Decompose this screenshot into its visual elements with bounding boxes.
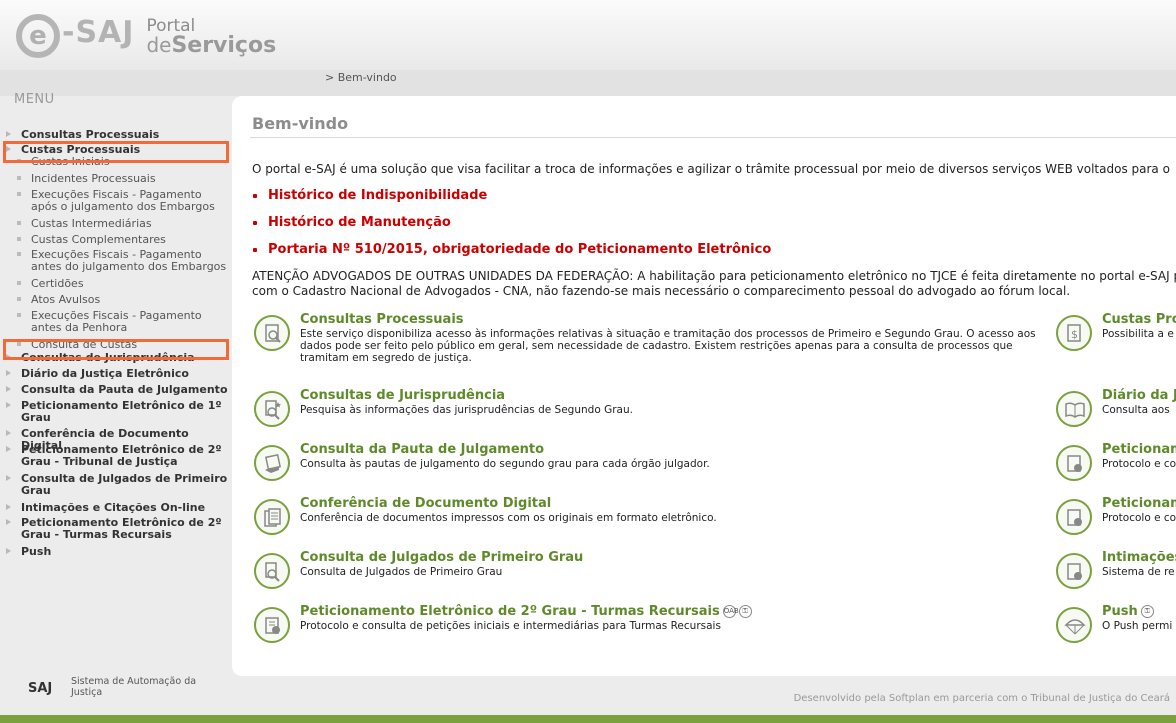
- lock-badge-icon: ⚿: [738, 605, 752, 618]
- service-title[interactable]: Conferência de Documento Digital: [300, 496, 551, 511]
- service-title[interactable]: Peticionam: [1102, 442, 1176, 457]
- petition-document-icon: [1056, 445, 1092, 481]
- sidebar-subitem-execucoes-apos-julgamento[interactable]: Execuções Fiscais - Pagamento após o jul…: [0, 189, 232, 218]
- hand-document-icon: [254, 445, 290, 481]
- logo-portal-de: de: [146, 33, 172, 57]
- sidebar-subitem-custas-intermediarias[interactable]: Custas Intermediárias: [0, 218, 232, 234]
- service-description: Protocolo e co: [1102, 512, 1176, 524]
- service-description: O Push permi: [1102, 620, 1173, 632]
- sidebar-item-push[interactable]: Push: [0, 546, 232, 562]
- petition-document-icon: [254, 607, 290, 643]
- open-book-icon: [1056, 391, 1092, 427]
- logo-portal-servicos: Serviços: [171, 33, 277, 58]
- sidebar-item-peticionamento-2-grau-turmas[interactable]: Peticionamento Eletrônico de 2º Grau - T…: [0, 517, 232, 546]
- sidebar-subitem-custas-complementares[interactable]: Custas Complementares: [0, 234, 232, 249]
- sidebar-subitem-execucoes-antes-penhora[interactable]: Execuções Fiscais - Pagamento antes da P…: [0, 310, 232, 338]
- money-document-icon: $: [1056, 315, 1092, 351]
- service-description: Pesquisa às informações das jurisprudênc…: [300, 404, 633, 416]
- menu-title: MENU: [14, 92, 55, 107]
- service-title[interactable]: Consulta da Pauta de Julgamento: [300, 442, 544, 457]
- link-historico-manutencao[interactable]: Histórico de Manutenção: [252, 215, 771, 242]
- service-title[interactable]: Peticionamento Eletrônico de 2º Grau - T…: [300, 604, 752, 619]
- service-description: Consulta às pautas de julgamento do segu…: [300, 458, 710, 470]
- service-description: Consulta aos: [1102, 404, 1170, 416]
- search-document-icon: [254, 315, 290, 351]
- service-description: Protocolo e co: [1102, 458, 1176, 470]
- logo-portal-text: Portal deServiços: [146, 18, 276, 57]
- sidebar-item-julgados-primeiro-grau[interactable]: Consulta de Julgados de Primeiro Grau: [0, 473, 232, 502]
- service-title[interactable]: Peticionam: [1102, 496, 1176, 511]
- service-title[interactable]: Consultas de Jurisprudência: [300, 388, 505, 403]
- sidebar-subitem-execucoes-antes-julgamento[interactable]: Execuções Fiscais - Pagamento antes do j…: [0, 249, 232, 278]
- logo-text: -SAJ: [62, 15, 135, 50]
- service-title[interactable]: Consulta de Julgados de Primeiro Grau: [300, 550, 583, 565]
- footer: SAJ Sistema de Automação da Justiça Dese…: [0, 660, 1176, 723]
- sidebar: MENU: [0, 80, 232, 107]
- service-description: Conferência de documentos impressos com …: [300, 512, 717, 524]
- sidebar-item-pauta-julgamento[interactable]: Consulta da Pauta de Julgamento: [0, 384, 232, 400]
- link-portaria-510[interactable]: Portaria Nº 510/2015, obrigatoriedade do…: [252, 242, 771, 269]
- sidebar-subitem-incidentes-processuais[interactable]: Incidentes Processuais: [0, 173, 232, 188]
- service-title-text: Peticionamento Eletrônico de 2º Grau - T…: [300, 604, 720, 619]
- oab-badge-icon: OAB: [722, 605, 739, 618]
- saj-footer-logo: SAJ: [28, 681, 53, 696]
- header: e -SAJ Portal deServiços: [0, 0, 1176, 70]
- service-title[interactable]: Diário da J: [1102, 388, 1176, 403]
- svg-text:$: $: [1071, 328, 1078, 341]
- esaj-logo[interactable]: e -SAJ Portal deServiços: [16, 8, 276, 64]
- sidebar-item-intimacoes-citacoes[interactable]: Intimações e Citações On-line: [0, 502, 232, 517]
- service-title[interactable]: Push ⚿: [1102, 604, 1154, 619]
- sidebar-item-peticionamento-1-grau[interactable]: Peticionamento Eletrônico de 1º Grau: [0, 400, 232, 428]
- service-title[interactable]: Intimações: [1102, 550, 1176, 565]
- parachute-icon: [1056, 607, 1092, 643]
- intro-text: O portal e-SAJ é uma solução que visa fa…: [252, 162, 1170, 176]
- service-title-text: Push: [1102, 604, 1138, 619]
- sidebar-subitem-certidoes[interactable]: Certidões: [0, 278, 232, 294]
- service-title[interactable]: Custas Pro: [1102, 312, 1176, 327]
- bottom-accent-bar: [0, 715, 1176, 723]
- service-title[interactable]: Consultas Processuais: [300, 312, 464, 327]
- breadcrumb: > Bem-vindo: [325, 71, 397, 84]
- sidebar-item-peticionamento-2-grau-tj[interactable]: Peticionamento Eletrônico de 2º Grau - T…: [0, 444, 232, 473]
- warning-text: ATENÇÃO ADVOGADOS DE OUTRAS UNIDADES DA …: [252, 269, 1176, 298]
- service-description: Possibilita a e: [1102, 328, 1174, 340]
- footer-system-name: Sistema de Automação da Justiça: [71, 676, 197, 698]
- sidebar-item-diario-justica[interactable]: Diário da Justiça Eletrônico: [0, 368, 232, 384]
- page-title: Bem-vindo: [252, 114, 349, 133]
- footer-developed-by: Desenvolvido pela Softplan em parceria c…: [793, 693, 1170, 704]
- petition-document-icon: [1056, 499, 1092, 535]
- sidebar-item-conferencia-documento[interactable]: Conferência de Documento Digital: [0, 428, 232, 452]
- logo-portal-line2: deServiços: [146, 35, 276, 57]
- document-pages-icon: [254, 499, 290, 535]
- service-description: Consulta de Julgados de Primeiro Grau: [300, 566, 503, 578]
- service-description: Este serviço disponibiliza acesso às inf…: [300, 328, 1036, 364]
- search-gavel-icon: [254, 553, 290, 589]
- notice-links: Histórico de Indisponibilidade Histórico…: [252, 188, 771, 269]
- logo-e-mark: e: [16, 14, 60, 58]
- service-description: Protocolo e consulta de petições iniciai…: [300, 620, 721, 632]
- jurisprudence-search-icon: [254, 391, 290, 427]
- notification-document-icon: [1056, 553, 1092, 589]
- highlight-consulta-de-custas: [3, 339, 229, 360]
- lock-badge-icon: ⚿: [1140, 605, 1154, 618]
- service-description: Sistema de re: [1102, 566, 1175, 578]
- sidebar-subitem-atos-avulsos[interactable]: Atos Avulsos: [0, 294, 232, 310]
- title-divider: [250, 137, 1176, 138]
- link-historico-indisponibilidade[interactable]: Histórico de Indisponibilidade: [252, 188, 771, 215]
- main-content: Bem-vindo O portal e-SAJ é uma solução q…: [232, 96, 1176, 676]
- highlight-custas-processuais: [3, 141, 229, 163]
